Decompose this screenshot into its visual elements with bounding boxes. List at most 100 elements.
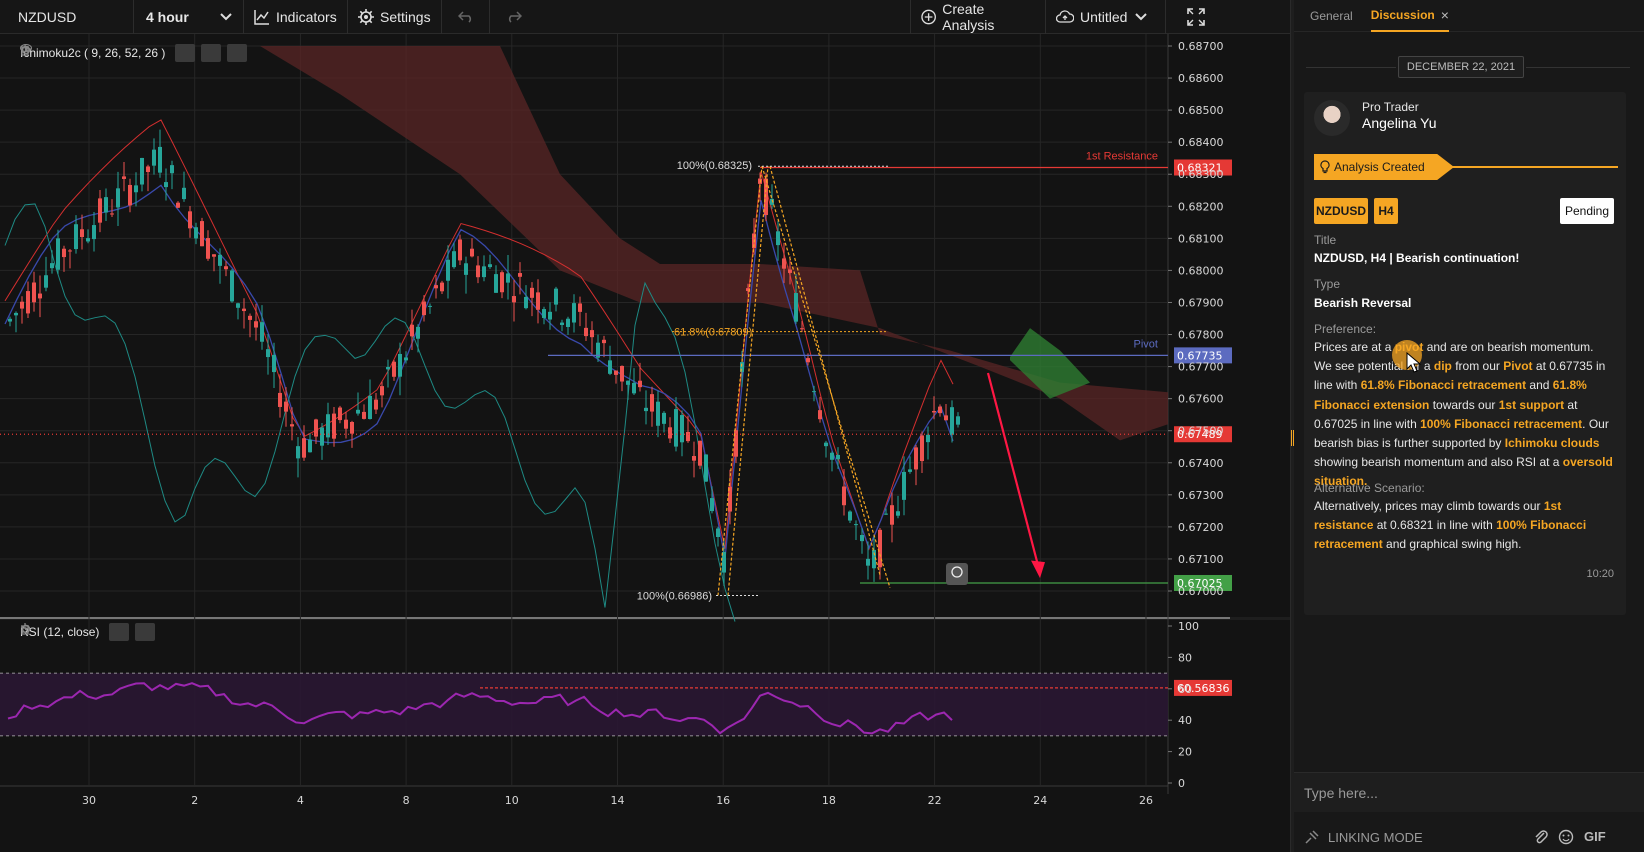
candle-body [170,165,174,174]
price-tick-label: 0.67600 [1178,393,1224,406]
date-divider-left [1306,67,1396,68]
redo-icon [508,11,522,23]
preference-text: Prices are at a pivot and are on bearish… [1314,338,1614,492]
candle-body [842,486,846,506]
layout-selector[interactable]: Untitled [1046,0,1166,34]
redo-button[interactable] [490,0,538,34]
candle-body [440,282,444,292]
author-role: Pro Trader [1362,100,1419,114]
ichimoku-label-text: Ichimoku2c ( 9, 26, 52, 26 ) [20,46,166,60]
settings-button[interactable]: Settings [348,0,442,34]
emoji-icon[interactable] [1558,829,1574,845]
text-span: towards our [1429,397,1499,412]
undo-button[interactable] [442,0,490,34]
candle-body [428,305,432,307]
candle-body [494,274,498,293]
candle-body [956,416,960,425]
message-input[interactable]: Type here... [1294,772,1644,812]
candle-body [638,380,642,388]
candle-body [140,157,144,185]
candle-body [146,166,150,173]
linking-icon[interactable] [1304,829,1320,845]
price-tick-label: 0.67200 [1178,521,1224,534]
candle-body [404,357,408,361]
candle-body [218,254,222,266]
indicators-button[interactable]: Indicators [244,0,348,34]
candle-body [560,322,564,325]
gear-icon[interactable] [21,44,222,62]
fib-bottom-label: 100%(0.66986) [637,590,712,602]
candle-body [536,292,540,310]
candle-body [20,301,24,309]
highlight-span: 61.8% Fibonacci retracement [1360,378,1527,393]
text-span: showing bearish momentum and also RSI at… [1314,455,1563,470]
price-tick-label: 0.68400 [1178,136,1224,149]
candle-body [38,293,42,299]
candle-body [824,442,828,447]
price-tick-label: 0.67300 [1178,489,1224,502]
paperclip-icon[interactable] [1534,829,1548,845]
candle-body [104,197,108,213]
candle-body [338,407,342,421]
candle-body [206,238,210,259]
create-analysis-label: Create Analysis [942,1,995,33]
candle-body [938,406,942,414]
candle-body [272,354,276,373]
candle-body [350,421,354,434]
candle-body [92,225,96,240]
candle-body [8,318,12,322]
gif-button[interactable]: GIF [1584,829,1606,844]
tab-discussion[interactable]: Discussion × [1370,0,1449,32]
projection-arrow [986,372,1040,566]
gear-icon[interactable] [21,623,130,641]
chart-area[interactable]: 0.68321 0.67735 0.67489 0.67025 1st Resistan… [0,34,1290,852]
trash-icon[interactable] [21,623,156,641]
tenkan-line [4,184,954,559]
price-tick-label: 0.67700 [1178,361,1224,374]
candle-body [374,399,378,410]
text-span: and graphical swing high. [1382,537,1522,552]
price-tick-label: 0.68600 [1178,72,1224,85]
price-tick-label: 0.67400 [1178,457,1224,470]
text-span: Prices are at a [1314,340,1395,354]
x-tick-label: 8 [403,794,410,807]
x-tick-label: 26 [1139,794,1153,807]
candle-body [878,529,882,568]
trash-icon[interactable] [21,44,248,62]
arrow-head [1031,560,1045,579]
price-tick-label: 0.67100 [1178,553,1224,566]
timeframe-selector[interactable]: 4 hour [134,0,244,34]
price-chart[interactable]: 0.683210.677350.674890.670251st Resistan… [0,34,1290,852]
candle-body [614,370,618,375]
symbol-selector[interactable]: NZDUSD [0,0,134,34]
linking-mode-label[interactable]: LINKING MODE [1328,830,1423,845]
lightbulb-icon [1320,160,1330,174]
create-analysis-button[interactable]: Create Analysis [910,0,1046,34]
text-span: and [1526,378,1553,393]
candle-body [920,435,924,462]
candle-body [914,447,918,470]
highlight-span: Pivot [1503,359,1533,374]
eye-icon[interactable] [20,44,196,62]
fib-trendline [769,166,881,576]
timeframe-badge: H4 [1374,198,1398,224]
candle-body [530,287,534,298]
price-tick-label: 0.68000 [1178,264,1224,277]
candle-body [782,258,786,269]
created-tag-line [1444,166,1618,168]
candle-body [26,291,30,314]
fib-top-label: 100%(0.68325) [677,160,752,172]
candle-body [932,410,936,413]
candle-body [488,264,492,268]
resistance-label: 1st Resistance [1086,151,1158,163]
candle-body [830,452,834,460]
candle-body [656,401,660,426]
candle-body [866,558,870,566]
highlight-span: Ichimoku clouds [1504,436,1600,451]
date-divider-right [1526,67,1630,68]
rsi-tick-label: 0 [1178,777,1185,790]
fullscreen-button[interactable] [1166,0,1226,34]
close-icon[interactable]: × [1441,7,1449,23]
candle-body [788,269,792,273]
tab-general[interactable]: General [1310,0,1353,32]
